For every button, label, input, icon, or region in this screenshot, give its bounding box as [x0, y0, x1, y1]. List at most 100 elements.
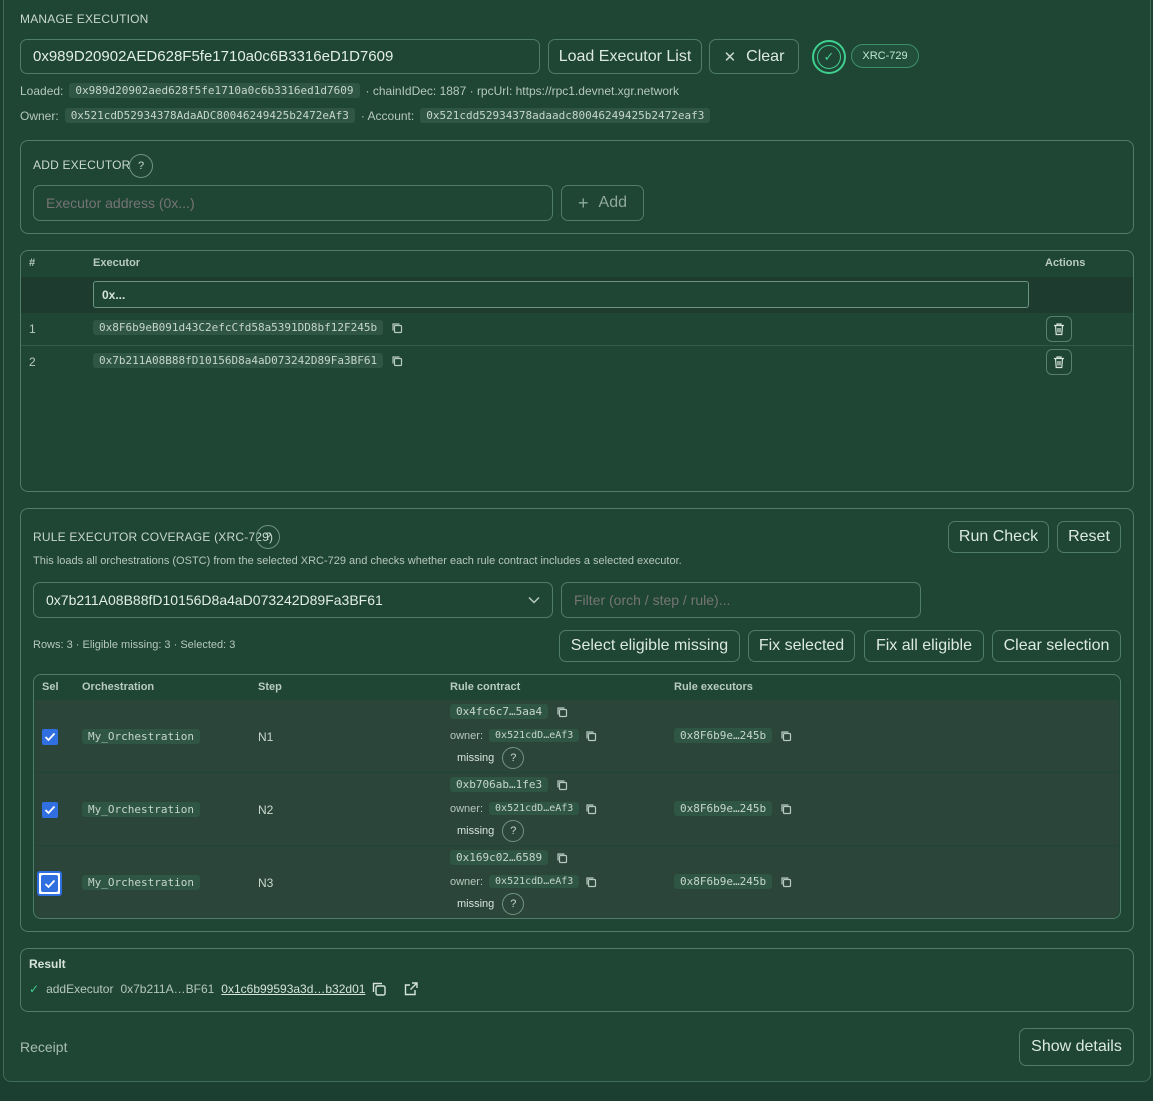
help-icon[interactable]: ? [502, 820, 525, 842]
clear-button[interactable]: ✕ Clear [709, 39, 799, 74]
missing-status: missing ? [457, 893, 525, 915]
verified-check-icon: ✓ [812, 40, 846, 74]
row-checkbox[interactable] [42, 729, 58, 745]
copy-icon[interactable] [391, 322, 403, 334]
rule-contract: 0x169c02…6589 [450, 850, 568, 865]
checkmark-icon [44, 805, 56, 815]
table-row: 0x7b211A08B88fD10156D8a4aD073242D89Fa3BF… [93, 353, 403, 368]
missing-label: missing [457, 752, 495, 764]
run-check-button[interactable]: Run Check [948, 521, 1049, 553]
tx-hash-link[interactable]: 0x1c6b99593a3d…b32d01 [221, 982, 365, 996]
missing-status: missing ? [457, 747, 525, 769]
step-name: N2 [258, 803, 274, 817]
loaded-info-line: Loaded: 0x989d20902aed628f5fe1710a0c6b33… [20, 83, 679, 98]
external-link-icon[interactable] [403, 981, 419, 997]
col-rule-contract: Rule contract [450, 681, 521, 693]
rule-contract-address: 0xb706ab…1fe3 [450, 777, 549, 792]
executor-filter-input[interactable]: 0x... [93, 281, 1029, 308]
copy-icon[interactable] [556, 852, 568, 864]
orchestration-name: My_Orchestration [82, 802, 200, 817]
select-eligible-missing-label: Select eligible missing [570, 637, 729, 654]
add-button[interactable]: + Add [561, 185, 644, 221]
executor-select-value: 0x7b211A08B88fD10156D8a4aD073242D89Fa3BF… [46, 592, 383, 608]
step-name: N1 [258, 730, 274, 744]
select-eligible-missing-button[interactable]: Select eligible missing [559, 630, 740, 662]
loaded-address: 0x989d20902aed628f5fe1710a0c6b3316ed1d76… [69, 83, 360, 98]
clear-selection-label: Clear selection [1003, 637, 1110, 654]
load-executor-list-label: Load Executor List [558, 47, 692, 65]
checkmark-icon [41, 875, 58, 892]
copy-icon[interactable] [585, 876, 597, 888]
result-line: ✓ addExecutor 0x7b211A…BF61 0x1c6b99593a… [29, 982, 365, 996]
copy-icon[interactable] [391, 355, 403, 367]
executor-address: 0x8F6b9eB091d43C2efcCfd58a5391DD8bf12F24… [93, 320, 384, 335]
rule-owner: owner: 0x521cdD…eAf3 [450, 802, 597, 815]
result-section [20, 948, 1134, 1012]
delete-executor-button[interactable] [1046, 316, 1072, 342]
owner-address: 0x521cdD…eAf3 [489, 729, 580, 742]
xrc729-address-input[interactable]: 0x989D20902AED628F5fe1710a0c6B3316eD1D76… [20, 39, 540, 74]
show-details-button[interactable]: Show details [1019, 1028, 1134, 1066]
fix-selected-label: Fix selected [758, 637, 845, 654]
clear-label: Clear [746, 47, 785, 65]
copy-icon[interactable] [585, 803, 597, 815]
col-index: # [29, 257, 36, 269]
help-icon[interactable]: ? [502, 893, 525, 915]
checkmark-icon [44, 732, 56, 742]
reset-label: Reset [1068, 528, 1110, 545]
help-icon[interactable]: ? [129, 154, 153, 178]
load-executor-list-button[interactable]: Load Executor List [548, 39, 702, 74]
col-executor: Executor [93, 257, 141, 269]
rule-executor-address: 0x8F6b9e…245b [674, 874, 773, 889]
copy-icon[interactable] [780, 730, 792, 742]
copy-icon[interactable] [556, 779, 568, 791]
delete-executor-button[interactable] [1046, 349, 1072, 375]
executor-address-input[interactable] [33, 185, 553, 221]
reset-button[interactable]: Reset [1057, 521, 1121, 553]
missing-status: missing ? [457, 820, 525, 842]
row-checkbox[interactable] [42, 802, 58, 818]
rule-contract-address: 0x169c02…6589 [450, 850, 549, 865]
help-icon[interactable]: ? [502, 747, 525, 769]
coverage-description: This loads all orchestrations (OSTC) fro… [33, 555, 682, 567]
copy-icon[interactable] [780, 876, 792, 888]
result-title: Result [29, 957, 66, 971]
copy-icon[interactable] [780, 803, 792, 815]
row-checkbox[interactable] [37, 871, 62, 896]
row-index: 1 [29, 322, 36, 336]
orchestration-name: My_Orchestration [82, 875, 200, 890]
step-name: N3 [258, 876, 274, 890]
section-title: MANAGE EXECUTION [20, 12, 149, 26]
clear-selection-button[interactable]: Clear selection [992, 630, 1121, 662]
executor-address: 0x7b211A08B88fD10156D8a4aD073242D89Fa3BF… [93, 353, 384, 368]
rule-executors: 0x8F6b9e…245b [674, 728, 792, 743]
owner-label: Owner: [20, 108, 59, 123]
missing-label: missing [457, 825, 495, 837]
show-details-label: Show details [1031, 1038, 1122, 1055]
rule-owner: owner: 0x521cdD…eAf3 [450, 729, 597, 742]
coverage-filter-input[interactable] [561, 582, 921, 618]
col-sel: Sel [42, 681, 59, 693]
copy-icon[interactable] [371, 981, 387, 997]
table-row: 0x8F6b9eB091d43C2efcCfd58a5391DD8bf12F24… [93, 320, 403, 335]
standard-badge: XRC-729 [851, 44, 919, 68]
fix-selected-button[interactable]: Fix selected [748, 630, 855, 662]
add-label: Add [598, 194, 627, 211]
executor-select[interactable]: 0x7b211A08B88fD10156D8a4aD073242D89Fa3BF… [33, 582, 553, 618]
copy-icon[interactable] [556, 706, 568, 718]
col-step: Step [258, 681, 282, 693]
result-executor: 0x7b211A…BF61 [120, 982, 215, 996]
result-action: addExecutor [46, 982, 114, 996]
rule-executors: 0x8F6b9e…245b [674, 801, 792, 816]
account-address: 0x521cdd52934378adaadc80046249425b2472ea… [420, 108, 711, 123]
col-actions: Actions [1045, 257, 1086, 269]
owner-label: owner: [450, 875, 484, 888]
fix-all-eligible-button[interactable]: Fix all eligible [864, 630, 984, 662]
add-executor-title: ADD EXECUTOR [33, 158, 131, 172]
copy-icon[interactable] [585, 730, 597, 742]
chain-info: · chainIdDec: 1887 · rpcUrl: https://rpc… [365, 83, 680, 98]
help-icon[interactable]: ? [256, 525, 280, 549]
rule-contract-address: 0x4fc6c7…5aa4 [450, 704, 549, 719]
rule-executor-address: 0x8F6b9e…245b [674, 801, 773, 816]
account-label: · Account: [360, 108, 415, 123]
